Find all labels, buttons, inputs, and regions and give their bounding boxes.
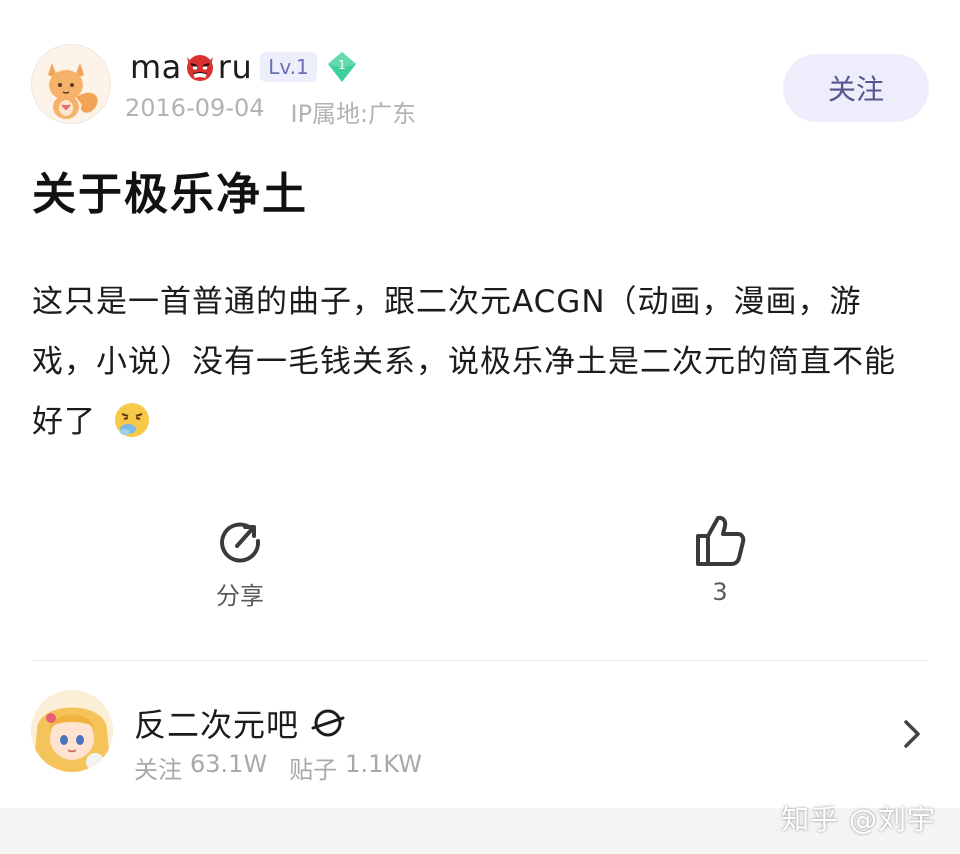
planet-icon bbox=[311, 709, 345, 737]
author-name-prefix: ma bbox=[130, 48, 182, 86]
chevron-right-icon[interactable] bbox=[898, 714, 926, 754]
divider bbox=[32, 660, 928, 661]
thumbs-up-icon bbox=[696, 515, 746, 566]
watermark: 知乎 @刘宇 bbox=[781, 803, 936, 836]
like-button[interactable]: 3 bbox=[670, 512, 770, 606]
follow-button[interactable]: 关注 bbox=[783, 54, 929, 122]
forum-posts-value: 1.1KW bbox=[345, 750, 422, 778]
forum-posts: 贴子 1.1KW bbox=[289, 750, 422, 785]
post-title: 关于极乐净土 bbox=[32, 169, 308, 220]
forum-followers-value: 63.1W bbox=[190, 750, 268, 778]
share-button[interactable]: 分享 bbox=[190, 516, 290, 611]
ip-location: IP属地:广东 bbox=[290, 100, 417, 128]
forum-name: 反二次元吧 bbox=[134, 706, 300, 744]
forum-posts-label: 贴子 bbox=[289, 756, 338, 784]
post-meta: 2016-09-04 IP属地:广东 bbox=[125, 94, 416, 129]
author-avatar[interactable] bbox=[31, 44, 111, 124]
author-name-row: ma ru Lv.1 1 bbox=[130, 46, 359, 88]
fox-avatar-icon bbox=[32, 45, 110, 123]
author-name-suffix: ru bbox=[217, 48, 253, 86]
forum-stats: 关注 63.1W 贴子 1.1KW bbox=[134, 750, 422, 785]
forum-followers-label: 关注 bbox=[134, 756, 182, 784]
like-count: 3 bbox=[712, 578, 728, 606]
post-body: 这只是一首普通的曲子，跟二次元ACGN（动画，漫画，游戏，小说）没有一毛钱关系，… bbox=[32, 272, 922, 452]
post-body-text: 这只是一首普通的曲子，跟二次元ACGN（动画，漫画，游戏，小说）没有一毛钱关系，… bbox=[32, 284, 896, 440]
forum-followers: 关注 63.1W bbox=[134, 750, 267, 785]
forum-avatar[interactable] bbox=[31, 690, 113, 772]
share-label: 分享 bbox=[216, 582, 264, 610]
anime-girl-avatar-icon bbox=[31, 690, 113, 772]
demon-mask-icon bbox=[186, 55, 213, 81]
forum-name-row[interactable]: 反二次元吧 bbox=[134, 700, 345, 746]
author-name[interactable]: ma ru bbox=[130, 48, 252, 86]
gem-badge-number: 1 bbox=[338, 58, 346, 72]
share-icon bbox=[220, 522, 261, 563]
post-date: 2016-09-04 bbox=[125, 94, 265, 122]
disgusted-face-icon bbox=[114, 403, 149, 437]
level-badge: Lv.1 bbox=[260, 52, 317, 82]
gem-badge-icon: 1 bbox=[327, 52, 356, 82]
